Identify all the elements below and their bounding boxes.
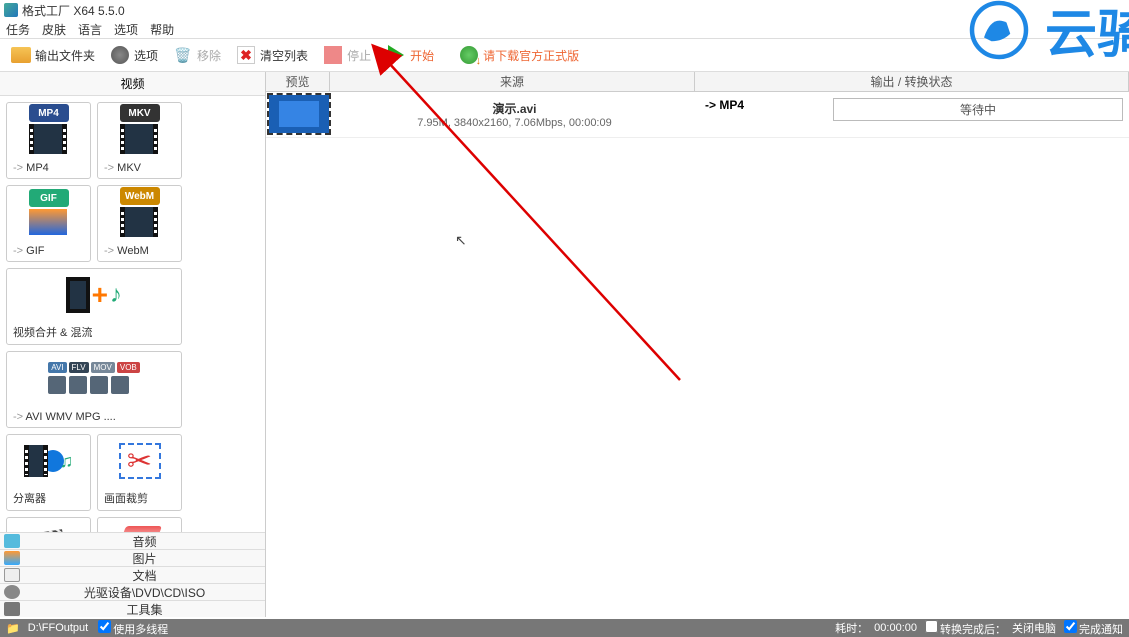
status-badge: 等待中 bbox=[833, 98, 1123, 121]
audio-icon bbox=[4, 534, 20, 548]
clear-list-button[interactable]: ✖ 清空列表 bbox=[231, 42, 312, 68]
col-output[interactable]: 输出 / 转换状态 bbox=[695, 72, 1129, 91]
clear-list-label: 清空列表 bbox=[260, 47, 308, 64]
tile-gif[interactable]: GIFGIF bbox=[6, 185, 91, 262]
remove-icon: 🗑️ bbox=[172, 44, 194, 66]
document-icon bbox=[4, 568, 20, 582]
sidebar-header-video[interactable]: 视频 bbox=[0, 72, 265, 96]
category-document[interactable]: 文档 bbox=[0, 566, 265, 583]
stop-label: 停止 bbox=[347, 47, 371, 64]
horse-icon bbox=[959, 0, 1039, 60]
output-path[interactable]: D:\FFOutput bbox=[28, 622, 89, 634]
multithread-checkbox[interactable] bbox=[98, 620, 111, 633]
task-status: 等待中 bbox=[827, 92, 1129, 137]
tile-mp4[interactable]: MP4MP4 bbox=[6, 102, 91, 179]
notify-toggle[interactable]: 完成通知 bbox=[1062, 620, 1123, 637]
task-output-format: -> MP4 bbox=[697, 92, 827, 137]
window-title: 格式工厂 X64 5.5.0 bbox=[22, 2, 125, 19]
folder-icon bbox=[11, 47, 31, 63]
elapsed-time: 00:00:00 bbox=[874, 622, 917, 634]
tile-remove-watermark[interactable]: Logo去除水印 bbox=[97, 517, 182, 532]
options-label: 选项 bbox=[134, 47, 158, 64]
category-image[interactable]: 图片 bbox=[0, 549, 265, 566]
task-info: 演示.avi 7.95M, 3840x2160, 7.06Mbps, 00:00… bbox=[332, 92, 697, 137]
output-folder-button[interactable]: 输出文件夹 bbox=[6, 42, 99, 68]
format-grid: MP4MP4 MKVMKV GIFGIF WebMWebM +♪视频合并 & 混… bbox=[0, 96, 265, 532]
after-convert-label: 转换完成后： bbox=[923, 620, 1006, 637]
cursor-icon: ↖ bbox=[455, 232, 467, 249]
menu-help[interactable]: 帮助 bbox=[150, 21, 174, 38]
clear-icon: ✖ bbox=[237, 46, 255, 64]
remove-button[interactable]: 🗑️ 移除 bbox=[168, 42, 225, 68]
start-label: 开始 bbox=[410, 47, 434, 64]
tile-mkv[interactable]: MKVMKV bbox=[97, 102, 182, 179]
globe-download-icon bbox=[460, 46, 478, 64]
menu-options[interactable]: 选项 bbox=[114, 21, 138, 38]
options-button[interactable]: 选项 bbox=[105, 42, 162, 68]
col-preview[interactable]: 预览 bbox=[266, 72, 330, 91]
tile-quick-edit[interactable]: 🎬快速剪辑 bbox=[6, 517, 91, 532]
category-audio[interactable]: 音频 bbox=[0, 532, 265, 549]
gear-icon bbox=[111, 46, 129, 64]
task-thumbnail[interactable] bbox=[269, 95, 329, 133]
download-official-label: 请下载官方正式版 bbox=[483, 47, 579, 64]
shutdown-option[interactable]: 关闭电脑 bbox=[1012, 620, 1056, 636]
download-official-button[interactable]: 请下载官方正式版 bbox=[454, 42, 583, 68]
menu-task[interactable]: 任务 bbox=[6, 21, 30, 38]
play-icon bbox=[388, 45, 404, 65]
folder-small-icon: 📁 bbox=[6, 622, 20, 635]
after-checkbox[interactable] bbox=[925, 620, 938, 633]
statusbar: 📁 D:\FFOutput 使用多线程 耗时： 00:00:00 转换完成后： … bbox=[0, 619, 1129, 637]
notify-checkbox[interactable] bbox=[1064, 620, 1077, 633]
tile-avi-etc[interactable]: AVIFLVMOVVOBAVI WMV MPG .... bbox=[6, 351, 182, 428]
elapsed-label: 耗时： bbox=[835, 620, 868, 636]
stop-icon bbox=[324, 46, 342, 64]
app-icon bbox=[4, 3, 18, 17]
tile-webm[interactable]: WebMWebM bbox=[97, 185, 182, 262]
disc-icon bbox=[4, 585, 20, 599]
watermark-logo: 云骑 bbox=[959, 0, 1129, 67]
tools-icon bbox=[4, 602, 20, 616]
output-folder-label: 输出文件夹 bbox=[35, 47, 95, 64]
task-row[interactable]: 演示.avi 7.95M, 3840x2160, 7.06Mbps, 00:00… bbox=[266, 92, 1129, 138]
sidebar: 视频 MP4MP4 MKVMKV GIFGIF WebMWebM +♪视频合并 … bbox=[0, 72, 266, 617]
task-metadata: 7.95M, 3840x2160, 7.06Mbps, 00:00:09 bbox=[417, 117, 611, 129]
column-headers: 预览 来源 输出 / 转换状态 bbox=[266, 72, 1129, 92]
category-list: 音频 图片 文档 光驱设备\DVD\CD\ISO 工具集 bbox=[0, 532, 265, 617]
menu-skin[interactable]: 皮肤 bbox=[42, 21, 66, 38]
start-button[interactable]: 开始 bbox=[381, 42, 438, 68]
category-tools[interactable]: 工具集 bbox=[0, 600, 265, 617]
tile-splitter[interactable]: ♫分离器 bbox=[6, 434, 91, 511]
col-source[interactable]: 来源 bbox=[330, 72, 695, 91]
image-icon bbox=[4, 551, 20, 565]
content-area: 预览 来源 输出 / 转换状态 演示.avi 7.95M, 3840x2160,… bbox=[266, 72, 1129, 617]
multithread-toggle[interactable]: 使用多线程 bbox=[96, 620, 168, 637]
category-dvd[interactable]: 光驱设备\DVD\CD\ISO bbox=[0, 583, 265, 600]
tile-merge[interactable]: +♪视频合并 & 混流 bbox=[6, 268, 182, 345]
task-filename: 演示.avi bbox=[492, 100, 536, 117]
menu-language[interactable]: 语言 bbox=[78, 21, 102, 38]
stop-button[interactable]: 停止 bbox=[318, 42, 375, 68]
tile-crop[interactable]: ✂画面裁剪 bbox=[97, 434, 182, 511]
remove-label: 移除 bbox=[197, 47, 221, 64]
